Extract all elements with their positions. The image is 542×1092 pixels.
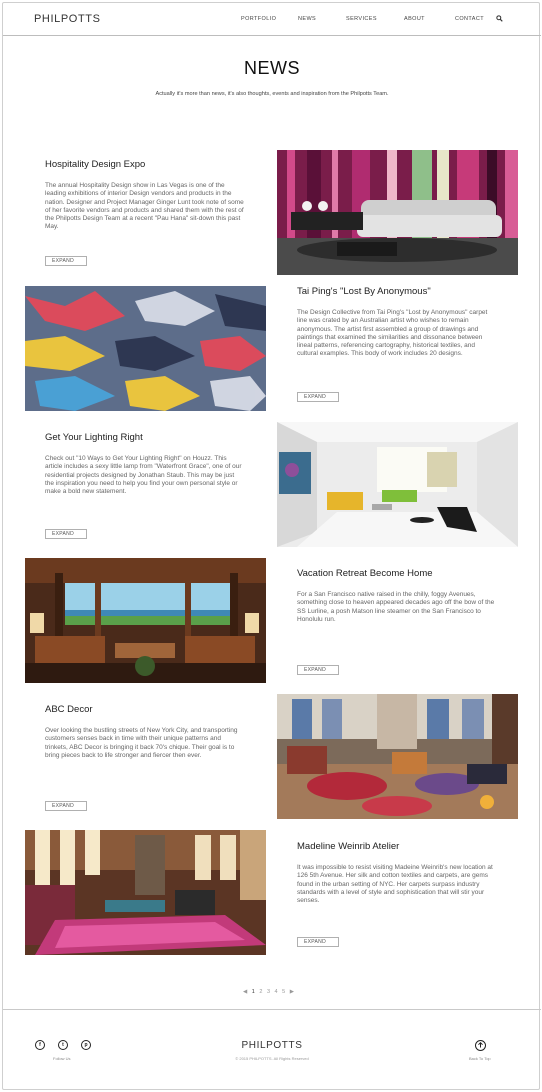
article-body: It was impossible to resist visiting Mad…: [297, 864, 493, 905]
search-icon[interactable]: [496, 15, 503, 22]
pagination-page-2[interactable]: 2: [259, 989, 264, 995]
article-title-weinrib[interactable]: Madeline Weinrib Atelier: [297, 841, 399, 852]
article-title-tai-ping[interactable]: Tai Ping's "Lost By Anonymous": [297, 286, 431, 297]
site-logo[interactable]: PHILPOTTS: [34, 13, 101, 25]
article-body: The annual Hospitality Design show in La…: [45, 182, 244, 231]
expand-button[interactable]: EXPAND: [297, 665, 339, 675]
article-body: For a San Francisco native raised in the…: [297, 591, 495, 623]
expand-button[interactable]: EXPAND: [45, 529, 87, 539]
article-body: The Design Collective from Tai Ping's "L…: [297, 309, 488, 358]
pagination-page-1[interactable]: 1: [252, 989, 257, 995]
pagination-prev[interactable]: ◀: [243, 989, 249, 995]
footer-divider: [3, 1009, 541, 1010]
nav-services[interactable]: SERVICES: [346, 16, 377, 22]
article-body: Over looking the bustling streets of New…: [45, 727, 238, 759]
site-header: PHILPOTTS PORTFOLIO NEWS SERVICES ABOUT …: [3, 3, 541, 36]
page-subtitle: Actually it's more than news, it's also …: [155, 91, 389, 97]
page-frame: PHILPOTTS PORTFOLIO NEWS SERVICES ABOUT …: [2, 2, 541, 1090]
article-image[interactable]: [25, 558, 266, 683]
article-title-lighting[interactable]: Get Your Lighting Right: [45, 432, 143, 443]
footer-logo[interactable]: PHILPOTTS: [3, 1040, 541, 1051]
article-title-abc-decor[interactable]: ABC Decor: [45, 704, 93, 715]
article-image[interactable]: [277, 694, 518, 819]
nav-news[interactable]: NEWS: [298, 16, 316, 22]
back-to-top-label[interactable]: Back To Top: [469, 1056, 491, 1061]
copyright: © 2015 PHILPOTTS. All Rights Reserved: [235, 1056, 309, 1061]
article-title-vacation[interactable]: Vacation Retreat Become Home: [297, 568, 433, 579]
expand-button[interactable]: EXPAND: [45, 256, 87, 266]
article-image[interactable]: [25, 830, 266, 955]
nav-about[interactable]: ABOUT: [404, 16, 425, 22]
pagination-page-5[interactable]: 5: [282, 989, 287, 995]
pagination-page-3[interactable]: 3: [267, 989, 272, 995]
article-image[interactable]: [277, 422, 518, 547]
expand-button[interactable]: EXPAND: [297, 392, 339, 402]
nav-portfolio[interactable]: PORTFOLIO: [241, 16, 276, 22]
back-to-top-icon[interactable]: [475, 1040, 486, 1051]
pagination-page-4[interactable]: 4: [275, 989, 280, 995]
article-image[interactable]: [277, 150, 518, 275]
expand-button[interactable]: EXPAND: [297, 937, 339, 947]
nav-contact[interactable]: CONTACT: [455, 16, 484, 22]
pagination-next[interactable]: ▶: [290, 989, 296, 995]
expand-button[interactable]: EXPAND: [45, 801, 87, 811]
article-title-hospitality[interactable]: Hospitality Design Expo: [45, 159, 145, 170]
article-body: Check out "10 Ways to Get Your Lighting …: [45, 455, 242, 496]
pagination: ◀ 1 2 3 4 5 ▶: [243, 989, 295, 995]
page-title: NEWS: [244, 58, 300, 78]
article-image[interactable]: [25, 286, 266, 411]
